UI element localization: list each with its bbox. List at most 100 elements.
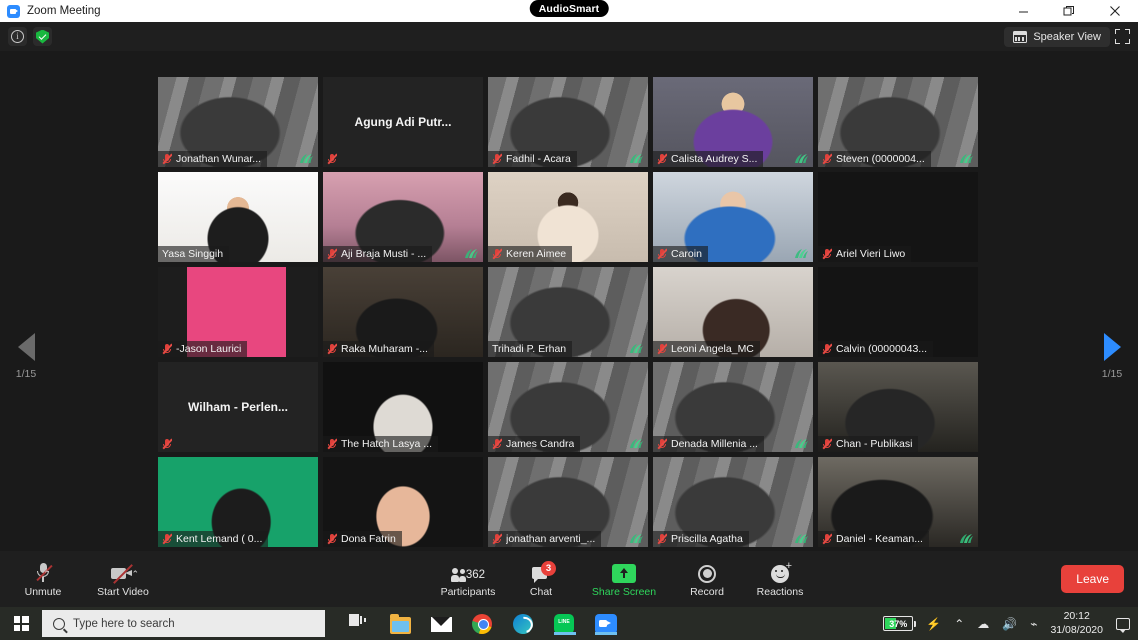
participants-button[interactable]: 362 Participants bbox=[430, 561, 506, 598]
meeting-info-button[interactable]: i bbox=[8, 27, 27, 46]
participant-tile[interactable]: Dona Fatrin bbox=[323, 457, 483, 547]
minimize-button[interactable] bbox=[1000, 0, 1046, 22]
participant-tile[interactable]: Calvin (00000043... bbox=[818, 267, 978, 357]
start-video-button[interactable]: ⌃ Start Video bbox=[78, 561, 168, 598]
search-icon bbox=[53, 617, 65, 630]
speaker-view-button[interactable]: Speaker View bbox=[1004, 26, 1110, 47]
close-button[interactable] bbox=[1092, 0, 1138, 22]
participant-tile[interactable]: Keren Aimee bbox=[488, 172, 648, 262]
search-placeholder: Type here to search bbox=[73, 617, 175, 630]
participant-tile[interactable]: Trihadi P. Erhan bbox=[488, 267, 648, 357]
encryption-status-button[interactable] bbox=[33, 27, 52, 46]
participant-tile[interactable]: jonathan arventi_... bbox=[488, 457, 648, 547]
participant-tile[interactable]: Yasa Singgih bbox=[158, 172, 318, 262]
page-indicator-left: 1/15 bbox=[15, 368, 37, 380]
windows-start-button[interactable] bbox=[0, 607, 42, 640]
meeting-toolbar: ⌃ Unmute ⌃ Start Video 362 Participants bbox=[0, 551, 1138, 607]
mic-off-icon bbox=[822, 438, 832, 450]
chat-button[interactable]: 3 Chat bbox=[506, 560, 576, 598]
fullscreen-icon[interactable] bbox=[1115, 29, 1130, 44]
zoom-icon[interactable] bbox=[595, 613, 617, 635]
participant-name-bar: Kent Lemand ( 0... bbox=[158, 531, 269, 547]
edge-icon[interactable] bbox=[513, 613, 535, 635]
participant-tile[interactable]: Calista Audrey S... bbox=[653, 77, 813, 167]
chrome-icon[interactable] bbox=[472, 613, 494, 635]
previous-page-control[interactable]: 1/15 bbox=[0, 333, 52, 380]
record-button[interactable]: Record bbox=[672, 561, 742, 598]
participant-tile[interactable]: Wilham - Perlen... bbox=[158, 362, 318, 452]
participant-tile[interactable]: Denada Millenia ... bbox=[653, 362, 813, 452]
participant-tile[interactable]: Agung Adi Putr... bbox=[323, 77, 483, 167]
battery-icon[interactable]: 37% bbox=[883, 616, 917, 631]
toolbar-center-group: 362 Participants 3 Chat Share Screen Rec… bbox=[430, 560, 818, 598]
page-indicator-right: 1/15 bbox=[1101, 368, 1123, 380]
participant-tile[interactable]: Ariel Vieri Liwo bbox=[818, 172, 978, 262]
maximize-restore-button[interactable] bbox=[1046, 0, 1092, 22]
mic-off-icon bbox=[162, 533, 172, 545]
participant-name: Dona Fatrin bbox=[341, 533, 396, 545]
participant-tile[interactable]: Kent Lemand ( 0... bbox=[158, 457, 318, 547]
participant-name-bar: Priscilla Agatha bbox=[653, 531, 749, 547]
participant-name: The Hatch Lasya ... bbox=[341, 438, 433, 450]
virtual-background-leaf-icon bbox=[630, 154, 643, 163]
mic-off-icon bbox=[327, 153, 337, 165]
participant-name-bar: James Candra bbox=[488, 436, 581, 452]
taskbar-clock[interactable]: 20:12 31/08/2020 bbox=[1050, 610, 1103, 636]
zoom-logo-icon bbox=[7, 4, 20, 18]
mic-off-icon bbox=[492, 533, 502, 545]
unmute-icon-wrap: ⌃ bbox=[35, 561, 53, 583]
chat-bubble-icon: 3 bbox=[532, 560, 556, 583]
participant-name: Calista Audrey S... bbox=[671, 153, 758, 165]
participant-tile[interactable]: The Hatch Lasya ... bbox=[323, 362, 483, 452]
taskbar-search-input[interactable]: Type here to search bbox=[42, 610, 325, 637]
participant-name-bar bbox=[323, 151, 343, 167]
participant-name-bar: Jonathan Wunar... bbox=[158, 151, 268, 167]
participant-placeholder-name: Wilham - Perlen... bbox=[188, 400, 288, 414]
participant-tile[interactable]: Raka Muharam -... bbox=[323, 267, 483, 357]
participant-tile[interactable]: James Candra bbox=[488, 362, 648, 452]
mail-icon[interactable] bbox=[431, 613, 453, 635]
participant-name-bar: -Jason Laurici bbox=[158, 341, 248, 357]
record-circle-icon bbox=[698, 564, 716, 583]
volume-icon[interactable]: 🔊 bbox=[1002, 618, 1017, 630]
participant-name-bar: Calista Audrey S... bbox=[653, 151, 764, 167]
mic-off-icon bbox=[822, 343, 832, 355]
share-screen-button[interactable]: Share Screen bbox=[576, 561, 672, 598]
participants-count: 362 bbox=[465, 568, 485, 581]
onedrive-cloud-icon[interactable]: ☁ bbox=[977, 618, 989, 630]
network-icon[interactable]: ⌁ bbox=[1030, 618, 1037, 630]
audio-options-caret[interactable]: ⌃ bbox=[43, 569, 51, 580]
participant-tile[interactable]: Leoni Angela_MC bbox=[653, 267, 813, 357]
video-options-caret[interactable]: ⌃ bbox=[131, 569, 139, 580]
chevron-up-icon[interactable]: ⌃ bbox=[954, 618, 964, 630]
reactions-button[interactable]: + Reactions bbox=[742, 560, 818, 598]
participant-tile[interactable]: Aji Braja Musti - ... bbox=[323, 172, 483, 262]
participant-tile[interactable]: Priscilla Agatha bbox=[653, 457, 813, 547]
chat-icon-wrap: 3 bbox=[532, 560, 556, 583]
participant-tile[interactable]: Caroin bbox=[653, 172, 813, 262]
line-icon[interactable] bbox=[554, 613, 576, 635]
participant-tile[interactable]: Chan - Publikasi bbox=[818, 362, 978, 452]
participant-name: Caroin bbox=[671, 248, 702, 260]
file-explorer-icon[interactable] bbox=[390, 613, 412, 635]
participant-name-bar: Leoni Angela_MC bbox=[653, 341, 760, 357]
audiosmart-badge: AudioSmart bbox=[529, 0, 609, 17]
participant-tile[interactable]: -Jason Laurici bbox=[158, 267, 318, 357]
meeting-header-left: i bbox=[0, 27, 52, 46]
participant-tile[interactable]: Fadhil - Acara bbox=[488, 77, 648, 167]
participant-tile[interactable]: Daniel - Keaman... bbox=[818, 457, 978, 547]
battery-percent: 37% bbox=[889, 618, 908, 629]
notification-icon[interactable] bbox=[1116, 617, 1130, 633]
task-view-icon[interactable] bbox=[349, 613, 371, 635]
mic-off-icon bbox=[822, 153, 832, 165]
participant-tile[interactable]: Jonathan Wunar... bbox=[158, 77, 318, 167]
power-plug-icon[interactable]: ⚡ bbox=[926, 618, 941, 630]
unmute-button[interactable]: ⌃ Unmute bbox=[8, 561, 78, 598]
next-page-control[interactable]: 1/15 bbox=[1086, 333, 1138, 380]
mic-off-icon bbox=[327, 533, 337, 545]
participant-name-bar: Steven (0000004... bbox=[818, 151, 931, 167]
mic-off-icon bbox=[327, 438, 337, 450]
mic-off-icon bbox=[657, 343, 667, 355]
leave-button[interactable]: Leave bbox=[1061, 565, 1124, 593]
participant-tile[interactable]: Steven (0000004... bbox=[818, 77, 978, 167]
